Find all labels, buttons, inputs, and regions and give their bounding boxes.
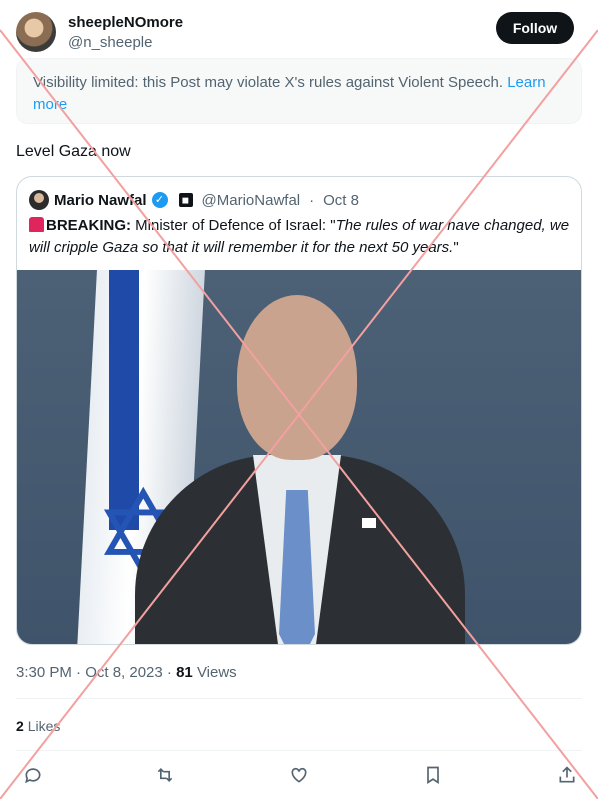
- author-handle[interactable]: @n_sheeple: [68, 34, 152, 51]
- author-avatar[interactable]: [16, 12, 56, 52]
- author-name[interactable]: sheepleNOmore: [68, 14, 183, 31]
- quote-date[interactable]: Oct 8: [323, 192, 359, 209]
- views-label: Views: [196, 664, 237, 681]
- bookmark-icon[interactable]: [422, 765, 444, 787]
- views-count: 81: [176, 664, 193, 681]
- siren-icon: [29, 217, 44, 232]
- org-badge-icon: ◼: [178, 193, 193, 207]
- quote-header: Mario Nawfal ✓ ◼ @MarioNawfal · Oct 8: [29, 190, 359, 210]
- quote-body-end: ": [453, 239, 459, 256]
- likes-label: Likes: [27, 718, 61, 734]
- quote-avatar[interactable]: [29, 190, 49, 210]
- quote-body-plain: Minister of Defence of Israel: ": [135, 217, 336, 234]
- breaking-label: BREAKING:: [46, 217, 131, 234]
- tweet-text: Level Gaza now: [16, 143, 131, 160]
- divider: [16, 698, 582, 699]
- quote-author-handle[interactable]: @MarioNawfal: [202, 192, 301, 209]
- quote-body: BREAKING: Minister of Defence of Israel:…: [29, 215, 577, 259]
- post-timestamp: 3:30 PM · Oct 8, 2023 · 81 Views: [16, 664, 237, 681]
- likes-count: 2: [16, 718, 24, 734]
- retweet-icon[interactable]: [154, 765, 176, 787]
- quote-photo[interactable]: ✡: [17, 270, 581, 644]
- post-time[interactable]: 3:30 PM · Oct 8, 2023 ·: [16, 664, 176, 681]
- visibility-notice: Visibility limited: this Post may violat…: [16, 58, 582, 124]
- verified-icon: ✓: [151, 192, 168, 208]
- share-icon[interactable]: [556, 765, 578, 787]
- like-icon[interactable]: [288, 765, 310, 787]
- quote-separator: ·: [309, 191, 315, 209]
- divider: [16, 750, 582, 751]
- action-bar: [16, 765, 582, 787]
- quote-author-name[interactable]: Mario Nawfal: [54, 192, 147, 209]
- person-head: [237, 295, 357, 460]
- quoted-post[interactable]: Mario Nawfal ✓ ◼ @MarioNawfal · Oct 8 BR…: [16, 176, 582, 645]
- notice-text: Visibility limited: this Post may violat…: [33, 74, 504, 91]
- lapel-pin: [362, 518, 376, 528]
- follow-button[interactable]: Follow: [496, 12, 574, 44]
- likes-stat[interactable]: 2 Likes: [16, 718, 60, 734]
- reply-icon[interactable]: [22, 765, 44, 787]
- post-header: sheepleNOmore @n_sheeple Follow: [16, 12, 582, 56]
